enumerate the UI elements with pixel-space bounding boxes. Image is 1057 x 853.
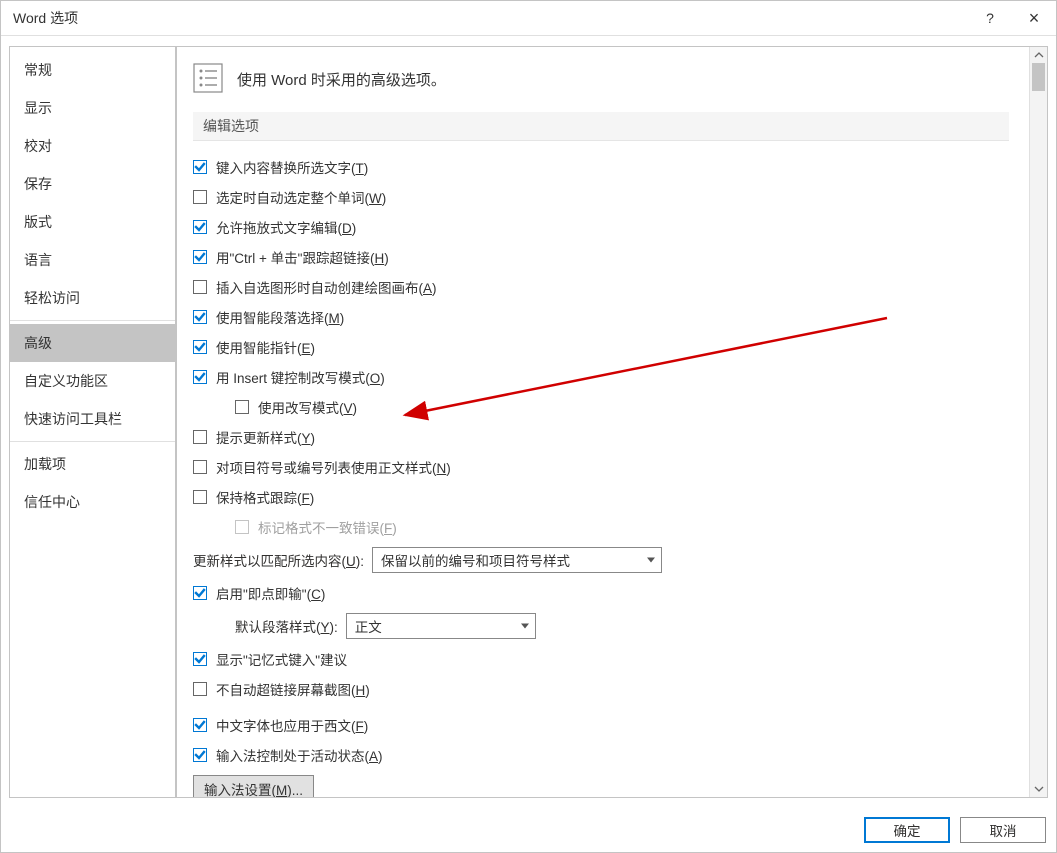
checkbox-opt-12: 标记格式不一致错误(F)	[193, 517, 1009, 537]
checkbox-box	[235, 520, 249, 534]
checkbox-label: 使用智能指针(E)	[216, 337, 315, 357]
checkbox-box	[193, 430, 207, 444]
dialog-footer: 确定 取消	[1, 808, 1056, 852]
checkbox-box	[193, 220, 207, 234]
checkbox-box	[193, 586, 207, 600]
panel-heading: 使用 Word 时采用的高级选项。	[237, 69, 446, 90]
checkbox-opt-11[interactable]: 保持格式跟踪(F)	[193, 487, 1009, 507]
word-options-dialog: Word 选项 ? × 常规显示校对保存版式语言轻松访问高级自定义功能区快速访问…	[0, 0, 1057, 853]
checkbox-label: 插入自选图形时自动创建绘图画布(A)	[216, 277, 437, 297]
sidebar-item-4[interactable]: 版式	[10, 203, 175, 241]
sidebar-item-2[interactable]: 校对	[10, 127, 175, 165]
checkbox-opt-9[interactable]: 提示更新样式(Y)	[193, 427, 1009, 447]
checkbox-box	[193, 250, 207, 264]
select-update-style-match[interactable]: 保留以前的编号和项目符号样式	[372, 547, 662, 573]
checkbox-box	[193, 718, 207, 732]
checkbox-box	[193, 310, 207, 324]
label-update-style-match: 更新样式以匹配所选内容(U):	[193, 550, 364, 570]
checkbox-label: 不自动超链接屏幕截图(H)	[216, 679, 370, 699]
close-button[interactable]: ×	[1012, 1, 1056, 35]
category-sidebar: 常规显示校对保存版式语言轻松访问高级自定义功能区快速访问工具栏加载项信任中心	[9, 46, 176, 798]
checkbox-opt-0[interactable]: 键入内容替换所选文字(T)	[193, 157, 1009, 177]
sidebar-item-11[interactable]: 信任中心	[10, 483, 175, 521]
options-list: 键入内容替换所选文字(T) 选定时自动选定整个单词(W) 允许拖放式文字编辑(D) 用…	[193, 157, 1009, 537]
checkbox-box	[235, 400, 249, 414]
sidebar-item-10[interactable]: 加载项	[10, 445, 175, 483]
checkbox-opt-10[interactable]: 对项目符号或编号列表使用正文样式(N)	[193, 457, 1009, 477]
checkbox-label: 对项目符号或编号列表使用正文样式(N)	[216, 457, 451, 477]
checkbox-opt-8[interactable]: 使用改写模式(V)	[193, 397, 1009, 417]
checkbox-box	[193, 340, 207, 354]
checkbox-box	[193, 682, 207, 696]
options-icon	[193, 63, 223, 96]
checkbox-box	[193, 490, 207, 504]
checkbox-label: 中文字体也应用于西文(F)	[216, 715, 368, 735]
help-button[interactable]: ?	[968, 1, 1012, 35]
sidebar-item-6[interactable]: 轻松访问	[10, 279, 175, 317]
section-editing-options: 编辑选项	[193, 112, 1009, 141]
sidebar-item-0[interactable]: 常规	[10, 51, 175, 89]
checkbox-show-autocomplete[interactable]: 显示"记忆式键入"建议	[193, 649, 1009, 669]
checkbox-box	[193, 190, 207, 204]
checkbox-opt-5[interactable]: 使用智能段落选择(M)	[193, 307, 1009, 327]
checkbox-opt-3[interactable]: 用"Ctrl + 单击"跟踪超链接(H)	[193, 247, 1009, 267]
dialog-body: 常规显示校对保存版式语言轻松访问高级自定义功能区快速访问工具栏加载项信任中心 使…	[1, 36, 1056, 808]
checkbox-label: 选定时自动选定整个单词(W)	[216, 187, 386, 207]
checkbox-opt-4[interactable]: 插入自选图形时自动创建绘图画布(A)	[193, 277, 1009, 297]
main-panel: 使用 Word 时采用的高级选项。 编辑选项 键入内容替换所选文字(T) 选定时自…	[176, 46, 1048, 798]
checkbox-label: 标记格式不一致错误(F)	[258, 517, 397, 537]
sidebar-item-3[interactable]: 保存	[10, 165, 175, 203]
ime-settings-button[interactable]: 输入法设置(M)...	[193, 775, 314, 797]
dialog-title: Word 选项	[13, 8, 968, 28]
scroll-thumb[interactable]	[1032, 63, 1045, 91]
titlebar: Word 选项 ? ×	[1, 1, 1056, 35]
sidebar-item-7[interactable]: 高级	[10, 324, 175, 362]
checkbox-box	[193, 160, 207, 174]
checkbox-opt-2[interactable]: 允许拖放式文字编辑(D)	[193, 217, 1009, 237]
checkbox-box	[193, 460, 207, 474]
checkbox-opt-1[interactable]: 选定时自动选定整个单词(W)	[193, 187, 1009, 207]
checkbox-ime-active[interactable]: 输入法控制处于活动状态(A)	[193, 745, 1009, 765]
checkbox-cjk-font-latin[interactable]: 中文字体也应用于西文(F)	[193, 715, 1009, 735]
sidebar-item-9[interactable]: 快速访问工具栏	[10, 400, 175, 438]
sidebar-item-8[interactable]: 自定义功能区	[10, 362, 175, 400]
checkbox-box	[193, 748, 207, 762]
scroll-up-arrow-icon[interactable]	[1031, 47, 1047, 63]
sidebar-separator	[10, 320, 175, 321]
label-default-paragraph-style: 默认段落样式(Y):	[235, 616, 338, 636]
sidebar-item-5[interactable]: 语言	[10, 241, 175, 279]
cancel-button[interactable]: 取消	[960, 817, 1046, 843]
checkbox-label: 启用"即点即输"(C)	[216, 583, 325, 603]
content: 使用 Word 时采用的高级选项。 编辑选项 键入内容替换所选文字(T) 选定时自…	[177, 47, 1029, 797]
checkbox-box	[193, 280, 207, 294]
panel-header: 使用 Word 时采用的高级选项。	[193, 59, 1009, 112]
checkbox-label: 用"Ctrl + 单击"跟踪超链接(H)	[216, 247, 389, 267]
row-update-style-match: 更新样式以匹配所选内容(U): 保留以前的编号和项目符号样式	[193, 547, 1009, 573]
checkbox-label: 显示"记忆式键入"建议	[216, 649, 347, 669]
row-default-paragraph-style: 默认段落样式(Y): 正文	[193, 613, 1009, 639]
sidebar-separator	[10, 441, 175, 442]
checkbox-label: 提示更新样式(Y)	[216, 427, 315, 447]
checkbox-no-hyperlink-screenshot[interactable]: 不自动超链接屏幕截图(H)	[193, 679, 1009, 699]
checkbox-label: 允许拖放式文字编辑(D)	[216, 217, 356, 237]
checkbox-label: 使用智能段落选择(M)	[216, 307, 344, 327]
checkbox-label: 键入内容替换所选文字(T)	[216, 157, 368, 177]
checkbox-opt-7[interactable]: 用 Insert 键控制改写模式(O)	[193, 367, 1009, 387]
checkbox-label: 保持格式跟踪(F)	[216, 487, 314, 507]
checkbox-box	[193, 652, 207, 666]
scrollbar-vertical[interactable]	[1029, 47, 1047, 797]
scroll-down-arrow-icon[interactable]	[1031, 781, 1047, 797]
checkbox-label: 用 Insert 键控制改写模式(O)	[216, 367, 385, 387]
select-default-paragraph-style[interactable]: 正文	[346, 613, 536, 639]
checkbox-box	[193, 370, 207, 384]
checkbox-label: 输入法控制处于活动状态(A)	[216, 745, 383, 765]
sidebar-item-1[interactable]: 显示	[10, 89, 175, 127]
checkbox-click-and-type[interactable]: 启用"即点即输"(C)	[193, 583, 1009, 603]
ok-button[interactable]: 确定	[864, 817, 950, 843]
checkbox-label: 使用改写模式(V)	[258, 397, 357, 417]
checkbox-opt-6[interactable]: 使用智能指针(E)	[193, 337, 1009, 357]
